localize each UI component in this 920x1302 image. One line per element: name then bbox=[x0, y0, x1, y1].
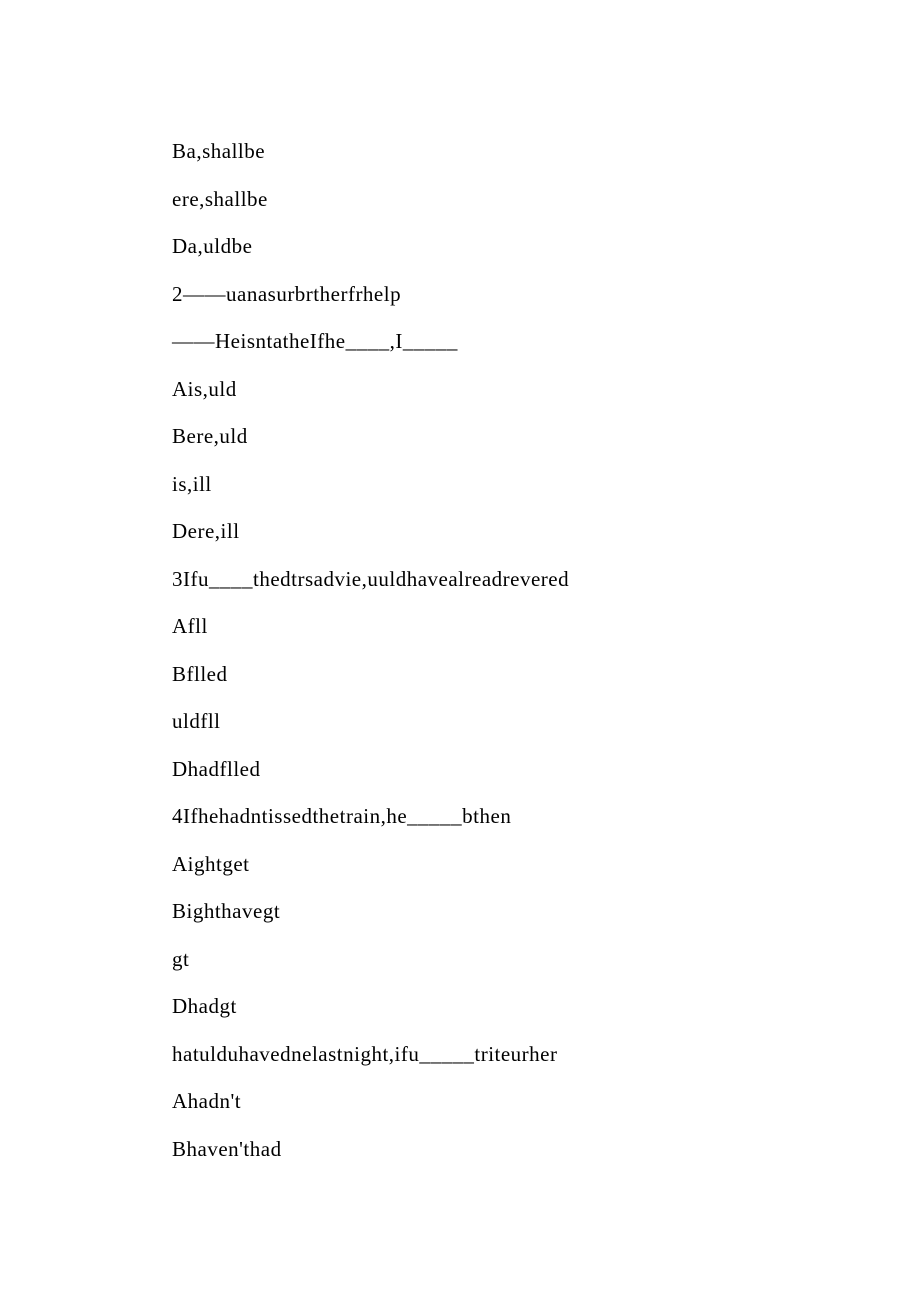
text-line: Bflled bbox=[172, 651, 920, 699]
text-line: Da,uldbe bbox=[172, 223, 920, 271]
text-line: ere,shallbe bbox=[172, 176, 920, 224]
text-line: Dhadgt bbox=[172, 983, 920, 1031]
text-line: hatulduhavednelastnight,ifu_____triteurh… bbox=[172, 1031, 920, 1079]
text-line: ——HeisntatheIfhe____,I_____ bbox=[172, 318, 920, 366]
text-line: is,ill bbox=[172, 461, 920, 509]
text-line: Bhaven'thad bbox=[172, 1126, 920, 1174]
text-line: Bighthavegt bbox=[172, 888, 920, 936]
text-line: 3Ifu____thedtrsadvie,uuldhavealreadrever… bbox=[172, 556, 920, 604]
text-line: uldfll bbox=[172, 698, 920, 746]
text-line: Dhadflled bbox=[172, 746, 920, 794]
text-line: Bere,uld bbox=[172, 413, 920, 461]
text-line: Ba,shallbe bbox=[172, 128, 920, 176]
text-line: Ahadn't bbox=[172, 1078, 920, 1126]
text-line: Aightget bbox=[172, 841, 920, 889]
text-line: Afll bbox=[172, 603, 920, 651]
text-line: gt bbox=[172, 936, 920, 984]
text-line: 4Ifhehadntissedthetrain,he_____bthen bbox=[172, 793, 920, 841]
text-line: Ais,uld bbox=[172, 366, 920, 414]
text-line: Dere,ill bbox=[172, 508, 920, 556]
text-line: 2——uanasurbrtherfrhelp bbox=[172, 271, 920, 319]
